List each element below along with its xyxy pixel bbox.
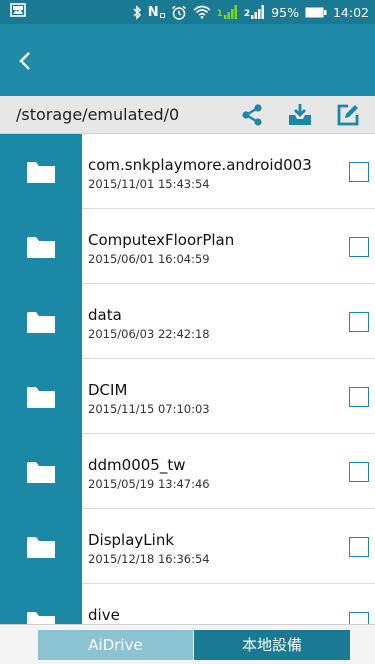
list-item[interactable]: DCIM 2015/11/15 07:10:03 [0, 359, 375, 434]
file-name: com.snkplaymore.android003 [88, 156, 312, 174]
select-checkbox[interactable] [349, 162, 369, 182]
battery-percent: 95% [271, 4, 299, 20]
folder-icon [27, 311, 55, 333]
file-date: 2015/06/01 16:04:59 [88, 252, 210, 266]
list-item[interactable]: DisplayLink 2015/12/18 16:36:54 [0, 509, 375, 584]
edit-icon [337, 104, 359, 125]
clock: 14:02 [332, 4, 369, 20]
folder-icon [27, 236, 55, 258]
sim2-signal-icon: 2 [244, 5, 265, 19]
list-item[interactable]: ddm0005_tw 2015/05/19 13:47:46 [0, 434, 375, 509]
select-checkbox[interactable] [349, 387, 369, 407]
select-checkbox[interactable] [349, 462, 369, 482]
folder-thumbnail [0, 509, 82, 584]
tab-local-device[interactable]: 本地設備 [194, 629, 350, 660]
bottom-tab-bar: AiDrive 本地設備 [0, 624, 375, 664]
file-list: com.snkplaymore.android003 2015/11/01 15… [0, 134, 375, 624]
current-path: /storage/emulated/0 [16, 105, 180, 124]
folder-thumbnail [0, 584, 82, 624]
file-date: 2015/06/03 22:42:18 [88, 327, 210, 341]
edit-button[interactable] [333, 100, 363, 130]
folder-icon [27, 611, 55, 624]
path-bar: /storage/emulated/0 [0, 96, 375, 134]
app-bar [0, 24, 375, 96]
download-button[interactable] [285, 100, 315, 130]
file-date: 2015/12/18 16:36:54 [88, 552, 210, 566]
sim1-signal-icon: 1 [217, 5, 238, 19]
list-item[interactable]: data 2015/06/03 22:42:18 [0, 284, 375, 359]
file-name: DCIM [88, 381, 128, 399]
folder-thumbnail [0, 134, 82, 209]
list-item[interactable]: dive [0, 584, 375, 624]
folder-icon [27, 536, 55, 558]
select-checkbox[interactable] [349, 537, 369, 557]
share-icon [242, 103, 262, 126]
chevron-left-icon [19, 52, 30, 70]
select-checkbox[interactable] [349, 312, 369, 332]
wifi-icon [193, 5, 211, 19]
folder-thumbnail [0, 209, 82, 284]
download-tray-icon [289, 103, 311, 125]
gallery-notification-icon [10, 3, 26, 21]
share-button[interactable] [237, 100, 267, 130]
alarm-icon [171, 5, 187, 20]
file-name: dive [88, 606, 120, 624]
file-name: DisplayLink [88, 531, 175, 549]
bluetooth-icon [132, 4, 142, 20]
battery-icon [305, 7, 327, 18]
back-button[interactable] [12, 46, 38, 76]
folder-icon [27, 386, 55, 408]
tab-aidrive[interactable]: AiDrive [38, 629, 193, 660]
folder-icon [27, 161, 55, 183]
file-date: 2015/11/15 07:10:03 [88, 402, 210, 416]
folder-thumbnail [0, 359, 82, 434]
folder-thumbnail [0, 284, 82, 359]
list-item[interactable]: com.snkplaymore.android003 2015/11/01 15… [0, 134, 375, 209]
select-checkbox[interactable] [349, 237, 369, 257]
folder-thumbnail [0, 434, 82, 509]
file-name: ComputexFloorPlan [88, 231, 235, 249]
file-name: data [88, 306, 122, 324]
select-checkbox[interactable] [349, 612, 369, 624]
folder-icon [27, 461, 55, 483]
nfc-icon: N [148, 5, 165, 20]
list-item[interactable]: ComputexFloorPlan 2015/06/01 16:04:59 [0, 209, 375, 284]
status-bar: N 1 2 95% 14:02 [0, 0, 375, 24]
file-name: ddm0005_tw [88, 456, 186, 474]
file-date: 2015/05/19 13:47:46 [88, 477, 210, 491]
file-date: 2015/11/01 15:43:54 [88, 177, 210, 191]
